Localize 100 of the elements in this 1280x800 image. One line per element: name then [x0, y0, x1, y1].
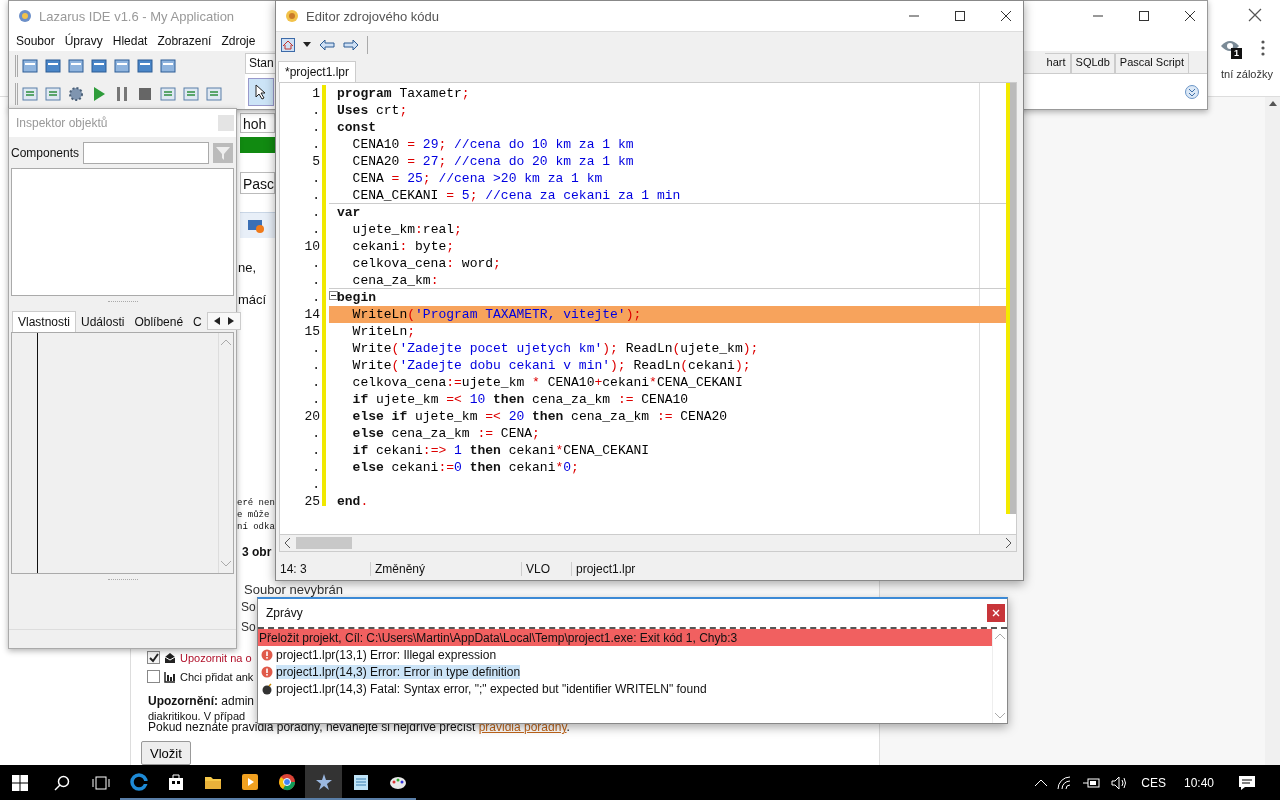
line-number: 5 [311, 152, 321, 170]
palette-tab[interactable]: Pascal Script [1114, 53, 1189, 73]
code-line: ujete_km:real; [351, 221, 462, 237]
text-fragment: mácí [238, 292, 267, 307]
star-icon [314, 772, 333, 791]
line-number: . [311, 101, 321, 119]
code-area[interactable] [329, 82, 1006, 535]
file-tab[interactable]: *project1.lpr [278, 60, 357, 82]
windows-logo-icon[interactable] [12, 774, 28, 791]
taskbar-app[interactable] [305, 765, 342, 800]
code-line: end. [337, 493, 369, 509]
line-number: . [311, 271, 321, 289]
maximize-icon[interactable] [1139, 11, 1149, 21]
message-text[interactable]: project1.lpr(14,3) Error: Error in type definition [276, 664, 521, 679]
chevron-left-icon[interactable] [284, 538, 290, 549]
code-line: CENA20 = 27; //cena do 20 km za 1 km [351, 153, 634, 169]
filter-field[interactable] [83, 142, 210, 164]
palette-tab[interactable]: SQLdb [1070, 53, 1115, 73]
back-arrow-icon[interactable] [319, 38, 335, 51]
pointer-button[interactable] [248, 77, 274, 106]
line-number: . [311, 288, 321, 306]
paw-icon [17, 8, 33, 24]
message-text[interactable]: project1.lpr(13,1) Error: Illegal expression [276, 647, 497, 662]
gear-icon[interactable] [68, 86, 84, 102]
code-line: celkova_cena:=ujete_km * CENA10+cekani*CENA_CEKANI [351, 374, 743, 390]
status-field: project1.lpr [572, 562, 636, 577]
error-icon [261, 648, 273, 661]
line-number: . [311, 356, 321, 374]
palette-tab[interactable]: Stan [245, 53, 276, 73]
close-icon[interactable] [1185, 11, 1195, 21]
pause-icon[interactable] [114, 86, 130, 102]
inspector-tab[interactable]: C [188, 312, 207, 332]
text-fragment: e může [237, 509, 271, 521]
menu-item[interactable]: Hledat [107, 34, 153, 48]
more-icon[interactable] [1261, 40, 1265, 56]
menu-item[interactable]: Zdroje [216, 34, 261, 48]
checkbox-label: Chci přidat ank [180, 670, 254, 683]
maximize-icon[interactable] [955, 11, 965, 21]
close-button[interactable] [987, 604, 1005, 622]
image-icon[interactable] [248, 218, 264, 233]
code-line: const [337, 119, 376, 135]
notepad-icon [352, 772, 369, 791]
menu-item[interactable]: Soubor [11, 34, 60, 48]
heading-fragment: 3 obr [242, 545, 272, 559]
pointer-icon [255, 83, 267, 100]
text-fragment: eré nen [237, 497, 275, 509]
tab-scroll-button[interactable] [206, 312, 241, 330]
battery-icon[interactable] [1083, 776, 1102, 789]
notification-icon[interactable] [1238, 774, 1256, 791]
code-line: begin [337, 289, 376, 305]
ring-icon [129, 772, 148, 791]
chevron-right-icon[interactable] [1006, 538, 1012, 549]
code-line: else cena_za_km := CENA; [351, 425, 540, 441]
bookmarks-label[interactable]: tní záložky [1221, 68, 1273, 80]
forward-arrow-icon[interactable] [343, 38, 359, 51]
checkbox[interactable] [147, 651, 160, 664]
clock[interactable]: 10:40 [1183, 775, 1214, 790]
code-line: CENA10 = 29; //cena do 10 km za 1 km [351, 136, 634, 152]
inspector-tab[interactable]: Vlastnosti [12, 311, 77, 332]
horizontal-scrollbar[interactable] [279, 535, 1017, 553]
palette-tab[interactable]: hart [1044, 53, 1071, 73]
inspector-tab[interactable]: Události [76, 312, 130, 332]
submit-button[interactable]: Vložit [141, 741, 191, 765]
run-icon[interactable] [91, 86, 107, 102]
file-status-text: Soubor nevybrán [244, 582, 343, 597]
scrollbar[interactable] [1265, 97, 1280, 765]
code-line: Write('Zadejte pocet ujetych km'); ReadLn(ujete_km); [351, 340, 759, 356]
fold-icon[interactable] [329, 290, 338, 300]
rules-link[interactable]: pravidla poradny [478, 720, 567, 734]
close-icon [992, 609, 1000, 617]
text-field[interactable]: hoh [240, 113, 275, 133]
chevron-up-icon[interactable] [1268, 101, 1277, 106]
code-line: else if ujete_km =< 20 then cena_za_km := CENA20 [351, 408, 728, 424]
line-number: 10 [303, 237, 321, 255]
task-view-icon[interactable] [92, 775, 110, 790]
language-indicator[interactable]: CES [1141, 775, 1166, 790]
line-number: 25 [303, 492, 321, 510]
checkbox[interactable] [147, 670, 160, 683]
message-text[interactable]: project1.lpr(14,3) Fatal: Syntax error, ";" expected but "identifier WRITELN" found [276, 681, 707, 696]
volume-icon[interactable] [1111, 775, 1128, 790]
code-line: Uses crt; [337, 102, 408, 118]
close-icon[interactable] [1248, 8, 1262, 22]
code-line: CENA_CEKANI = 5; //cena za cekani za 1 min [351, 187, 681, 203]
home-icon[interactable] [281, 37, 295, 52]
close-icon[interactable] [1001, 11, 1011, 21]
search-icon[interactable] [54, 774, 70, 791]
inspector-tab[interactable]: Oblíbené [129, 312, 189, 332]
line-number: . [311, 475, 321, 493]
scrollbar-thumb[interactable] [296, 537, 352, 550]
scroll-down-icon[interactable] [1185, 84, 1199, 99]
line-number: 14 [303, 305, 321, 323]
menu-item[interactable]: Úpravy [59, 34, 108, 48]
banner-bar [240, 137, 275, 153]
dropdown-field[interactable]: Pasc [240, 172, 275, 194]
status-field: Změněný [371, 562, 522, 577]
text-fragment: ní odka [237, 521, 275, 533]
caret-icon[interactable] [303, 42, 311, 48]
stop-icon[interactable] [137, 86, 153, 102]
menu-item[interactable]: Zobrazení [152, 34, 217, 48]
bar-chart-icon [164, 670, 176, 683]
